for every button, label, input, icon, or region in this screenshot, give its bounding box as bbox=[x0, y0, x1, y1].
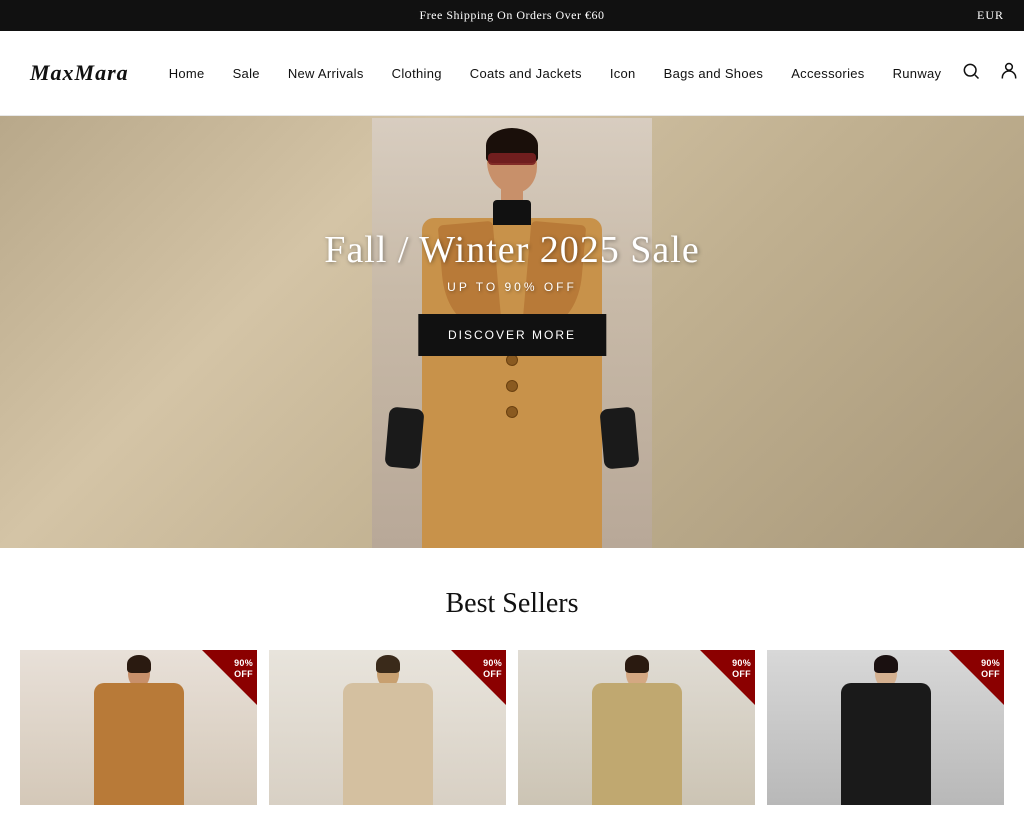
discount-badge-2: 90%OFF bbox=[451, 650, 506, 705]
nav-new-arrivals[interactable]: New Arrivals bbox=[288, 66, 364, 81]
hero-title: Fall / Winter 2025 Sale bbox=[324, 228, 699, 272]
product-image-1: 90%OFF bbox=[20, 650, 257, 805]
product-card-1[interactable]: 90%OFF bbox=[20, 650, 257, 805]
discount-text-1: 90%OFF bbox=[234, 658, 253, 680]
nav-accessories[interactable]: Accessories bbox=[791, 66, 864, 81]
product-card-4[interactable]: 90%OFF bbox=[767, 650, 1004, 805]
discount-badge-1: 90%OFF bbox=[202, 650, 257, 705]
discount-text-3: 90%OFF bbox=[732, 658, 751, 680]
product-image-3: 90%OFF bbox=[518, 650, 755, 805]
announcement-text: Free Shipping On Orders Over €60 bbox=[420, 8, 605, 23]
search-icon[interactable] bbox=[961, 61, 981, 86]
hero-content: Fall / Winter 2025 Sale UP TO 90% OFF DI… bbox=[324, 228, 699, 356]
main-navigation: Home Sale New Arrivals Clothing Coats an… bbox=[169, 66, 942, 81]
nav-clothing[interactable]: Clothing bbox=[392, 66, 442, 81]
nav-icon[interactable]: Icon bbox=[610, 66, 636, 81]
hero-section: Fall / Winter 2025 Sale UP TO 90% OFF DI… bbox=[0, 116, 1024, 548]
currency-selector[interactable]: EUR bbox=[977, 8, 1004, 23]
nav-home[interactable]: Home bbox=[169, 66, 205, 81]
product-card-2[interactable]: 90%OFF bbox=[269, 650, 506, 805]
products-grid: 90%OFF 90%OFF bbox=[20, 650, 1004, 805]
nav-bags-shoes[interactable]: Bags and Shoes bbox=[664, 66, 764, 81]
product-image-4: 90%OFF bbox=[767, 650, 1004, 805]
announcement-bar: Free Shipping On Orders Over €60 EUR bbox=[0, 0, 1024, 31]
nav-sale[interactable]: Sale bbox=[233, 66, 260, 81]
site-logo[interactable]: MaxMara bbox=[30, 60, 129, 86]
nav-coats-jackets[interactable]: Coats and Jackets bbox=[470, 66, 582, 81]
discount-badge-3: 90%OFF bbox=[700, 650, 755, 705]
hero-cta-button[interactable]: DISCOVER MORE bbox=[418, 314, 606, 356]
best-sellers-section: Best Sellers 90%OFF bbox=[0, 548, 1024, 825]
discount-badge-4: 90%OFF bbox=[949, 650, 1004, 705]
account-icon[interactable] bbox=[999, 61, 1019, 86]
site-header: MaxMara Home Sale New Arrivals Clothing … bbox=[0, 31, 1024, 116]
product-image-2: 90%OFF bbox=[269, 650, 506, 805]
nav-runway[interactable]: Runway bbox=[893, 66, 942, 81]
discount-text-2: 90%OFF bbox=[483, 658, 502, 680]
best-sellers-title: Best Sellers bbox=[20, 588, 1004, 620]
hero-subtitle: UP TO 90% OFF bbox=[324, 280, 699, 294]
header-icons bbox=[961, 61, 1024, 86]
discount-text-4: 90%OFF bbox=[981, 658, 1000, 680]
product-card-3[interactable]: 90%OFF bbox=[518, 650, 755, 805]
